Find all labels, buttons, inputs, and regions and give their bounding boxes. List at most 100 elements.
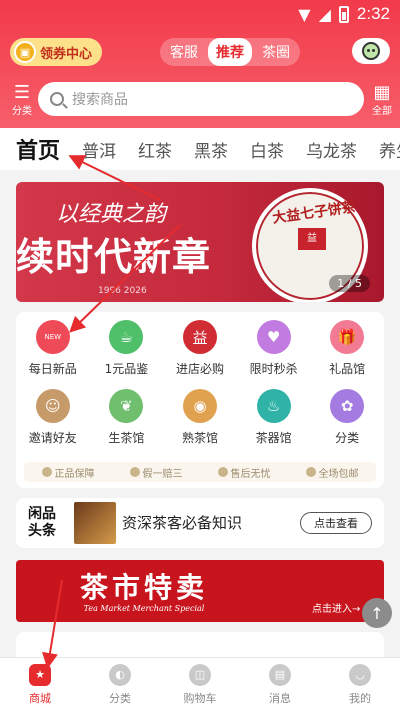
nav-label: 分类 bbox=[109, 691, 131, 705]
tea-market-banner[interactable]: 茶市特卖 Tea Market Merchant Special 点击进入→ bbox=[16, 560, 384, 622]
market-subtitle: Tea Market Merchant Special bbox=[83, 604, 205, 613]
arrow-up-icon: ↑ bbox=[370, 603, 384, 623]
guarantee-label: 全场包邮 bbox=[318, 468, 359, 480]
profile-icon: ◡ bbox=[349, 663, 371, 686]
teacake-icon: ◉ bbox=[182, 389, 217, 423]
menu-item-label: 邀请好友 bbox=[28, 431, 77, 445]
guarantee-item: 假一赔三 bbox=[129, 465, 183, 480]
cat-tab-dark-tea[interactable]: 黑茶 bbox=[194, 137, 228, 162]
nav-label: 商城 bbox=[29, 691, 51, 705]
menu-item[interactable]: ♨ 茶器馆 bbox=[237, 389, 311, 446]
cat-tab-health-tea[interactable]: 养生茶 bbox=[379, 137, 400, 162]
guarantee-bar: 正品保障 假一赔三 售后无忧 全场包邮 bbox=[24, 462, 376, 482]
banner-line2: 续时代新章 bbox=[16, 234, 212, 279]
search-icon bbox=[50, 92, 64, 106]
cat-tab-home[interactable]: 首页 bbox=[16, 133, 60, 165]
menu-item[interactable]: 益进店必购 bbox=[163, 320, 237, 377]
cat-tab-white-tea[interactable]: 白茶 bbox=[250, 137, 284, 162]
all-categories-button[interactable]: ▦ 全部 bbox=[370, 82, 394, 118]
knowledge-card[interactable]: 闲品头条 资深茶客必备知识 点击查看 bbox=[16, 498, 384, 548]
coupon-center-button[interactable]: ▣ 领券中心 bbox=[10, 38, 103, 66]
shield-icon bbox=[41, 467, 52, 477]
category-menu-label: 分类 bbox=[12, 106, 32, 117]
shield-icon bbox=[129, 467, 140, 477]
nav-profile[interactable]: ◡ 我的 bbox=[320, 658, 400, 711]
search-input[interactable]: 搜索商品 bbox=[38, 82, 364, 116]
menu-item-label: 熟茶馆 bbox=[181, 431, 218, 445]
cat-tab-black-tea[interactable]: 红茶 bbox=[138, 137, 172, 162]
guarantee-item: 正品保障 bbox=[41, 465, 95, 480]
knowledge-logo: 闲品头条 bbox=[28, 506, 56, 539]
guarantee-item: 全场包邮 bbox=[305, 465, 359, 480]
menu-item[interactable]: ✿ 分类 bbox=[310, 389, 384, 446]
gift-icon: 🎁 bbox=[330, 320, 365, 354]
coupon-icon: ▣ bbox=[14, 41, 36, 63]
menu-item[interactable]: ◉ 熟茶馆 bbox=[163, 389, 237, 446]
shield-icon bbox=[217, 467, 228, 477]
search-placeholder: 搜索商品 bbox=[72, 92, 128, 108]
nav-mall[interactable]: ★ 商城 bbox=[0, 658, 80, 711]
menu-item-label: 生茶馆 bbox=[108, 431, 145, 445]
cat-tab-oolong[interactable]: 乌龙茶 bbox=[306, 137, 357, 162]
guarantee-label: 假一赔三 bbox=[142, 468, 183, 480]
menu-item[interactable]: ❦ 生茶馆 bbox=[90, 389, 164, 446]
cup-icon: ☕ bbox=[109, 320, 144, 354]
assistant-button[interactable] bbox=[352, 38, 390, 64]
nav-category[interactable]: ◐ 分类 bbox=[80, 658, 160, 711]
category-menu-button[interactable]: ☰ 分类 bbox=[10, 82, 34, 118]
guarantee-label: 售后无忧 bbox=[230, 468, 271, 480]
knowledge-title: 资深茶客必备知识 bbox=[122, 514, 243, 532]
shop-icon: 益 bbox=[182, 320, 217, 354]
tea-cake-logo: 益 bbox=[298, 228, 326, 250]
tab-tea-circle[interactable]: 茶圈 bbox=[254, 38, 298, 66]
grid-icon: ▦ bbox=[373, 82, 391, 103]
menu-item[interactable]: ☕ 1元品鉴 bbox=[90, 320, 164, 377]
signal-icon: ◢ bbox=[318, 4, 331, 24]
bottom-nav: ★ 商城 ◐ 分类 ◫ 购物车 ▤ 消息 ◡ 我的 bbox=[0, 657, 400, 711]
menu-item-label: 每日新品 bbox=[28, 362, 77, 376]
top-tabs: 客服 推荐 茶圈 bbox=[160, 38, 300, 66]
menu-item-label: 分类 bbox=[335, 431, 360, 445]
mall-icon: ★ bbox=[29, 663, 51, 686]
wifi-icon: ▼ bbox=[298, 4, 311, 24]
menu-item[interactable]: NEW 每日新品 bbox=[16, 320, 90, 377]
feature-menu-grid: NEW 每日新品 ☕ 1元品鉴益进店必购 ♥ 限时秒杀 🎁 礼品馆 ☺ 邀请好友 ❦ 生茶馆 ◉ 熟茶馆 ♨… bbox=[16, 320, 384, 446]
knowledge-thumbnail bbox=[74, 502, 116, 544]
banner-page-indicator: 1 / 5 bbox=[329, 275, 370, 292]
nav-messages[interactable]: ▤ 消息 bbox=[240, 658, 320, 711]
tab-recommend[interactable]: 推荐 bbox=[208, 38, 252, 66]
menu-item-label: 进店必购 bbox=[175, 362, 224, 376]
users-icon: ☺ bbox=[35, 389, 70, 423]
heart-icon: ♥ bbox=[256, 320, 291, 354]
status-bar: ▼ ◢ 2:32 bbox=[0, 0, 400, 28]
scroll-to-top-button[interactable]: ↑ bbox=[362, 598, 392, 628]
cart-icon: ◫ bbox=[189, 663, 211, 686]
banner-years: 1996 2026 bbox=[98, 286, 147, 296]
menu-item[interactable]: ♥ 限时秒杀 bbox=[237, 320, 311, 377]
leaf-icon: ❦ bbox=[109, 389, 144, 423]
guarantee-label: 正品保障 bbox=[54, 468, 95, 480]
category-icon: ◐ bbox=[109, 663, 131, 686]
menu-item-label: 礼品馆 bbox=[329, 362, 366, 376]
all-categories-label: 全部 bbox=[372, 106, 392, 117]
promo-banner[interactable]: 以经典之韵 续时代新章 1996 2026 大益七子饼茶 益 1 / 5 bbox=[16, 182, 384, 302]
view-knowledge-button[interactable]: 点击查看 bbox=[300, 512, 372, 534]
guarantee-item: 售后无忧 bbox=[217, 465, 271, 480]
robot-icon bbox=[362, 42, 380, 60]
menu-item-label: 茶器馆 bbox=[255, 431, 292, 445]
nav-label: 消息 bbox=[269, 691, 291, 705]
menu-item[interactable]: ☺ 邀请好友 bbox=[16, 389, 90, 446]
message-icon: ▤ bbox=[269, 663, 291, 686]
market-enter-link[interactable]: 点击进入→ bbox=[312, 600, 360, 615]
nav-cart[interactable]: ◫ 购物车 bbox=[160, 658, 240, 711]
status-time: 2:32 bbox=[356, 4, 390, 23]
cat-tab-puer[interactable]: 普洱 bbox=[82, 137, 116, 162]
list-icon: ☰ bbox=[13, 82, 31, 103]
market-title: 茶市特卖 bbox=[79, 571, 208, 604]
menu-item-label: 1元品鉴 bbox=[104, 362, 149, 376]
tab-customer-service[interactable]: 客服 bbox=[162, 38, 206, 66]
banner-line1: 以经典之韵 bbox=[56, 202, 167, 227]
teapot-icon: ♨ bbox=[256, 389, 291, 423]
menu-item[interactable]: 🎁 礼品馆 bbox=[310, 320, 384, 377]
nav-label: 我的 bbox=[349, 691, 371, 705]
